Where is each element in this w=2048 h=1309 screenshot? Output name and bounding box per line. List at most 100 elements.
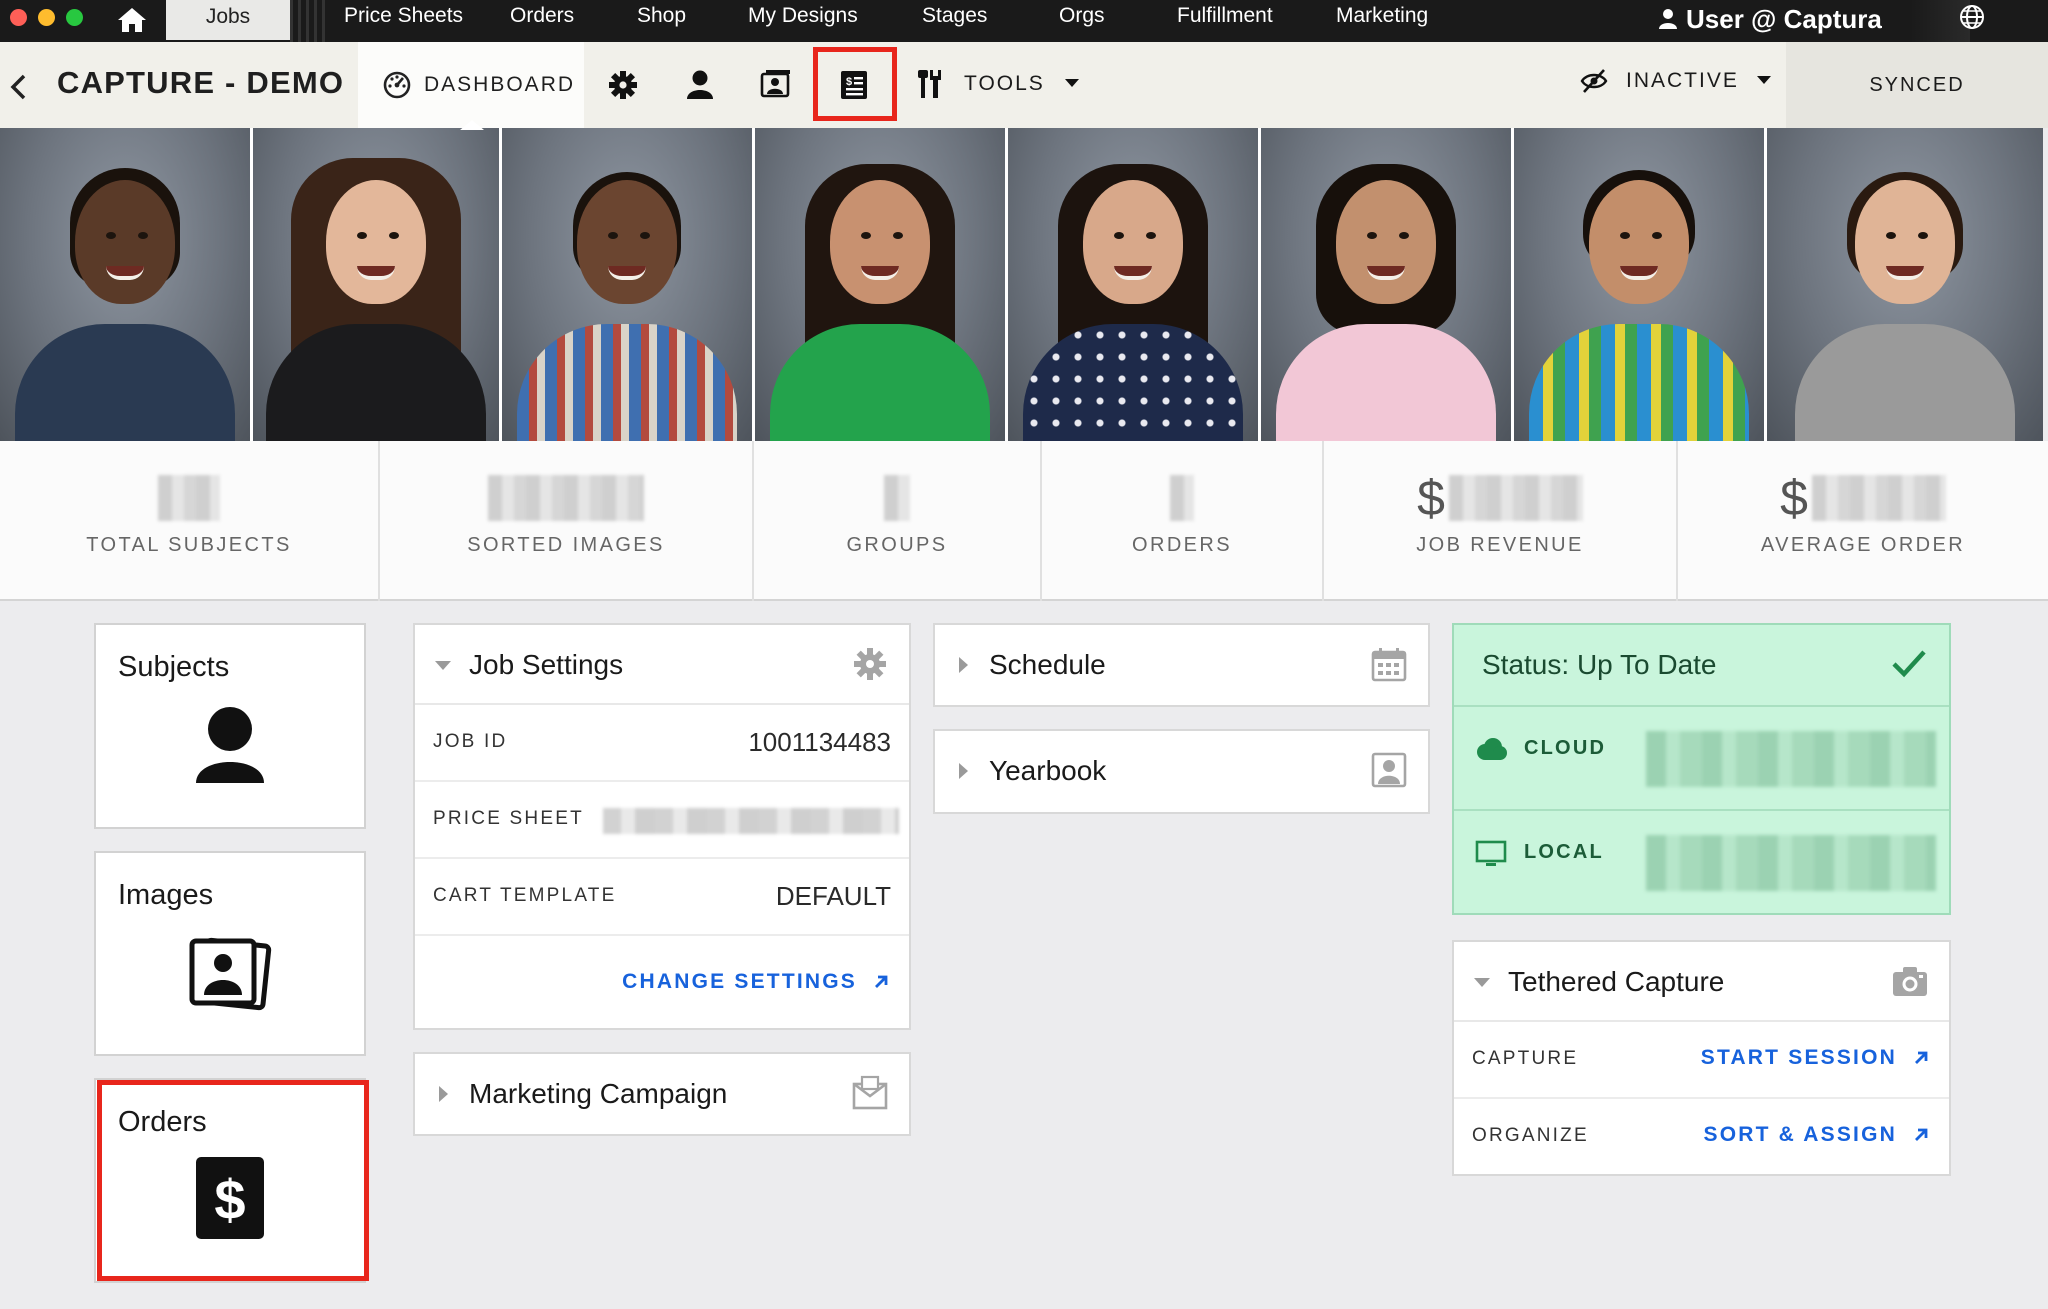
subject-photo[interactable] xyxy=(0,128,253,441)
gear-icon[interactable] xyxy=(851,645,889,683)
stat-label: ORDERS xyxy=(1132,534,1232,556)
camera-icon xyxy=(1893,967,1927,996)
cart-template-value: DEFAULT xyxy=(775,881,891,911)
link-label: SORT & ASSIGN xyxy=(1703,1123,1897,1146)
user-icon xyxy=(1659,9,1677,29)
nav-tab-marketing[interactable]: Marketing xyxy=(1336,0,1428,34)
redacted-value xyxy=(158,475,220,521)
job-settings-panel: Job Settings JOB ID 1001134483 PRICE SHE… xyxy=(413,623,911,1030)
stat-groups: GROUPS xyxy=(754,441,1040,601)
sync-status: SYNCED xyxy=(1786,42,2048,128)
tools-dropdown[interactable]: TOOLS xyxy=(918,68,1079,100)
subject-photo[interactable] xyxy=(253,128,502,441)
redacted-value xyxy=(1448,475,1583,521)
redacted-value xyxy=(1811,475,1946,521)
redacted-value xyxy=(1646,731,1936,787)
subject-photo[interactable] xyxy=(755,128,1008,441)
nav-tab-orgs[interactable]: Orgs xyxy=(1059,0,1105,34)
photo-card-icon[interactable] xyxy=(759,68,793,102)
tile-label: Subjects xyxy=(118,651,230,683)
nav-tab-price-sheets[interactable]: Price Sheets xyxy=(344,0,463,34)
redacted-value xyxy=(884,475,910,521)
orders-highlight xyxy=(97,1080,369,1281)
tethered-capture-header[interactable]: Tethered Capture xyxy=(1454,942,1949,1022)
chevron-right-icon xyxy=(959,657,968,673)
job-settings-header[interactable]: Job Settings xyxy=(415,625,909,705)
cloud-icon xyxy=(1477,738,1507,760)
change-settings-link[interactable]: CHANGE SETTINGS xyxy=(622,970,889,994)
globe-icon[interactable] xyxy=(1958,3,1986,31)
chevron-right-icon xyxy=(959,763,968,779)
currency-symbol: $ xyxy=(1417,470,1445,526)
stat-sorted-images: SORTED IMAGES xyxy=(380,441,752,601)
schedule-panel[interactable]: Schedule xyxy=(933,623,1430,707)
external-arrow-icon xyxy=(1915,1051,1928,1064)
images-tile[interactable]: Images xyxy=(94,851,366,1056)
cart-template-row: CART TEMPLATE DEFAULT xyxy=(415,859,909,936)
stat-label: TOTAL SUBJECTS xyxy=(86,534,292,556)
row-key: CART TEMPLATE xyxy=(433,885,617,906)
chevron-down-icon xyxy=(435,661,451,670)
chevron-down-icon xyxy=(1474,978,1490,987)
start-session-link[interactable]: START SESSION xyxy=(1701,1046,1929,1070)
person-icon xyxy=(196,707,264,783)
minimize-window-button[interactable] xyxy=(38,9,55,26)
checkmark-icon xyxy=(1892,650,1926,678)
tab-dashboard[interactable]: DASHBOARD xyxy=(358,42,584,128)
nav-tab-fulfillment[interactable]: Fulfillment xyxy=(1177,0,1273,34)
billing-sheet-icon[interactable]: $ xyxy=(838,69,870,101)
home-icon[interactable] xyxy=(116,5,148,35)
price-sheet-row: PRICE SHEET xyxy=(415,782,909,859)
back-arrow-icon[interactable] xyxy=(8,72,30,102)
marketing-campaign-panel[interactable]: Marketing Campaign xyxy=(413,1052,911,1136)
dashboard-gauge-icon xyxy=(383,71,411,99)
calendar-icon xyxy=(1371,648,1407,682)
user-menu[interactable]: User @ Captura xyxy=(1658,2,1882,36)
panel-title: Tethered Capture xyxy=(1508,966,1725,997)
panel-title: Marketing Campaign xyxy=(469,1078,728,1109)
sort-assign-link[interactable]: SORT & ASSIGN xyxy=(1703,1123,1929,1147)
yearbook-panel[interactable]: Yearbook xyxy=(933,729,1430,814)
chevron-right-icon xyxy=(439,1086,448,1102)
link-label: START SESSION xyxy=(1700,1046,1897,1069)
top-nav: Jobs Price Sheets Orders Shop My Designs… xyxy=(0,0,2048,42)
subject-photo[interactable] xyxy=(1008,128,1261,441)
subject-photo[interactable] xyxy=(1767,128,2043,441)
job-id-row: JOB ID 1001134483 xyxy=(415,705,909,782)
nav-tab-shop[interactable]: Shop xyxy=(637,0,686,34)
job-id-value: 1001134483 xyxy=(748,727,891,757)
nav-tab-orders[interactable]: Orders xyxy=(510,0,574,34)
subject-photo-strip xyxy=(0,128,2048,441)
row-key: JOB ID xyxy=(433,731,508,752)
row-key: CAPTURE xyxy=(1472,1048,1579,1069)
close-window-button[interactable] xyxy=(10,9,27,26)
row-key: PRICE SHEET xyxy=(433,808,584,829)
nav-tab-jobs[interactable]: Jobs xyxy=(166,0,290,40)
nav-tab-my-designs[interactable]: My Designs xyxy=(748,0,858,34)
stat-average-order: $ AVERAGE ORDER xyxy=(1678,441,2048,601)
stat-label: GROUPS xyxy=(846,534,948,556)
person-icon[interactable] xyxy=(683,68,717,102)
visibility-dropdown[interactable]: INACTIVE xyxy=(1580,68,1771,94)
external-arrow-icon xyxy=(875,975,888,988)
nav-tab-stages[interactable]: Stages xyxy=(922,0,987,34)
redacted-value xyxy=(1170,475,1194,521)
subjects-tile[interactable]: Subjects xyxy=(94,623,366,829)
zoom-window-button[interactable] xyxy=(66,9,83,26)
monitor-icon xyxy=(1475,840,1507,866)
portrait-icon xyxy=(1371,752,1407,788)
photos-icon xyxy=(189,937,272,1011)
job-stats-bar: TOTAL SUBJECTS SORTED IMAGES GROUPS ORDE… xyxy=(0,441,2048,601)
tab-dashboard-label: DASHBOARD xyxy=(424,73,576,96)
subject-photo[interactable] xyxy=(1261,128,1514,441)
sync-status-panel: Status: Up To Date CLOUD LOCAL xyxy=(1452,623,1951,915)
user-name: User @ Captura xyxy=(1686,4,1882,34)
stat-total-subjects: TOTAL SUBJECTS xyxy=(0,441,378,601)
subject-photo[interactable] xyxy=(1514,128,1767,441)
chevron-down-icon xyxy=(1756,76,1771,84)
redacted-value xyxy=(488,475,644,521)
row-key: ORGANIZE xyxy=(1472,1125,1589,1146)
subject-photo[interactable] xyxy=(502,128,755,441)
external-arrow-icon xyxy=(1915,1128,1928,1141)
gear-icon[interactable] xyxy=(606,68,640,102)
